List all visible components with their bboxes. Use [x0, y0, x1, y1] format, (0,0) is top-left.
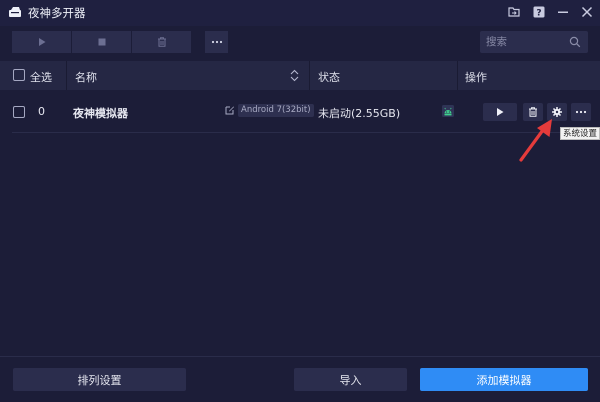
play-icon [497, 108, 504, 116]
sort-icon[interactable] [290, 69, 299, 82]
multi-instance-manager-window: 夜神多开器 ? 搜索 全选 名称 状态 操作 0 夜神模拟器 Android 7… [0, 0, 600, 402]
footer-divider [0, 356, 600, 357]
column-divider [309, 61, 310, 90]
window-title: 夜神多开器 [28, 6, 86, 20]
search-input[interactable] [486, 34, 566, 50]
svg-text:?: ? [536, 9, 541, 19]
folder-icon[interactable] [507, 5, 521, 19]
gear-icon [552, 107, 562, 117]
android-icon [442, 105, 454, 117]
search-box[interactable] [480, 31, 588, 53]
table-header: 全选 名称 状态 操作 [0, 61, 600, 90]
select-all-checkbox[interactable] [13, 69, 25, 81]
start-all-button[interactable] [12, 31, 71, 53]
title-bar: 夜神多开器 ? [0, 0, 600, 26]
instance-index: 0 [38, 105, 45, 118]
help-icon[interactable]: ? [532, 5, 546, 19]
minimize-icon[interactable] [556, 5, 570, 19]
row-divider [12, 132, 590, 133]
toolbar [0, 26, 600, 60]
stop-all-button[interactable] [72, 31, 131, 53]
more-options-button[interactable] [205, 31, 228, 53]
stop-icon [98, 38, 105, 46]
edit-icon[interactable] [225, 105, 235, 115]
search-icon[interactable] [569, 36, 581, 48]
column-divider [457, 61, 458, 90]
start-instance-button[interactable] [483, 103, 517, 121]
row-checkbox[interactable] [13, 106, 25, 118]
settings-tooltip: 系统设置 [560, 127, 600, 140]
instance-status: 未启动(2.55GB) [318, 107, 401, 120]
add-emulator-button[interactable]: 添加模拟器 [420, 368, 588, 391]
name-column-header: 名称 [75, 71, 97, 84]
more-actions-button[interactable] [571, 103, 591, 121]
app-logo-icon [9, 7, 21, 17]
trash-icon [157, 37, 166, 47]
instance-name: 夜神模拟器 [73, 107, 128, 120]
android-version-badge: Android 7(32bit) [238, 104, 314, 117]
import-button[interactable]: 导入 [294, 368, 407, 391]
actions-column-header: 操作 [465, 71, 487, 84]
annotation-arrow-icon [519, 119, 552, 162]
more-icon [211, 40, 222, 44]
trash-icon [529, 107, 537, 117]
select-all-label: 全选 [30, 71, 52, 84]
play-icon [38, 38, 45, 46]
arrange-settings-button[interactable]: 排列设置 [13, 368, 186, 391]
more-icon [575, 110, 587, 114]
table-row: 0 夜神模拟器 Android 7(32bit) 未启动(2.55GB) [0, 92, 600, 132]
column-divider [66, 61, 67, 90]
status-column-header: 状态 [318, 71, 340, 84]
delete-all-button[interactable] [132, 31, 191, 53]
close-icon[interactable] [580, 5, 594, 19]
